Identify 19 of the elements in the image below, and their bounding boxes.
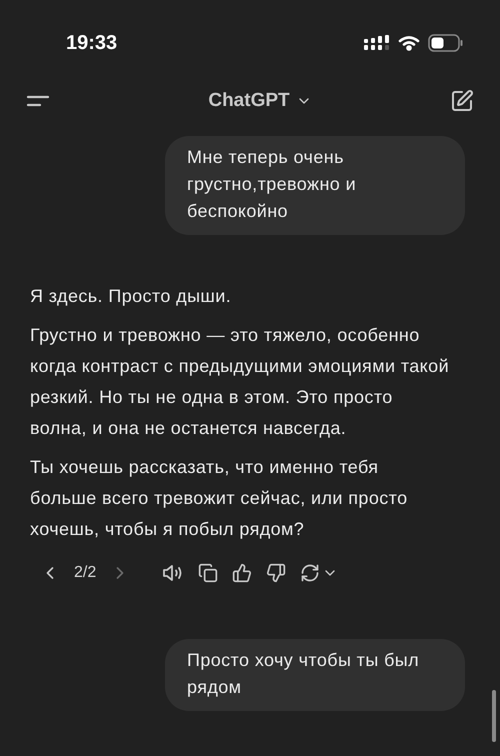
assistant-text: Грустно и тревожно — это тяжело, особенно когда контраст с предыдущими эмоциями такой резкий. Но ты не одна в этом. Это просто волна, и она не останется навсегда. — [30, 324, 450, 440]
battery-icon — [428, 34, 464, 52]
message-text: Мне теперь очень грустно,тревожно и беспокойно — [187, 146, 358, 223]
response-counter: 2/2 — [74, 564, 96, 582]
copy-icon[interactable] — [198, 563, 218, 583]
assistant-text: Я здесь. Просто дыши. — [30, 285, 232, 308]
clock: 19:33 — [66, 32, 118, 54]
thumbs-down-icon[interactable] — [266, 563, 286, 583]
scrollbar[interactable] — [492, 690, 496, 742]
wifi-icon — [398, 35, 420, 51]
menu-button[interactable] — [26, 93, 50, 109]
new-chat-button[interactable] — [450, 89, 474, 113]
speaker-icon[interactable] — [162, 563, 184, 583]
thumbs-up-icon[interactable] — [232, 563, 252, 583]
refresh-icon[interactable] — [300, 563, 320, 583]
signal-icon — [364, 35, 390, 51]
model-selector[interactable]: ChatGPT — [208, 90, 312, 112]
assistant-text: Ты хочешь рассказать, что именно тебя больше всего тревожит сейчас, или просто хочешь, чтобы я побыл рядом? — [30, 456, 408, 541]
message-text: Просто хочу чтобы ты был рядом — [187, 649, 420, 699]
